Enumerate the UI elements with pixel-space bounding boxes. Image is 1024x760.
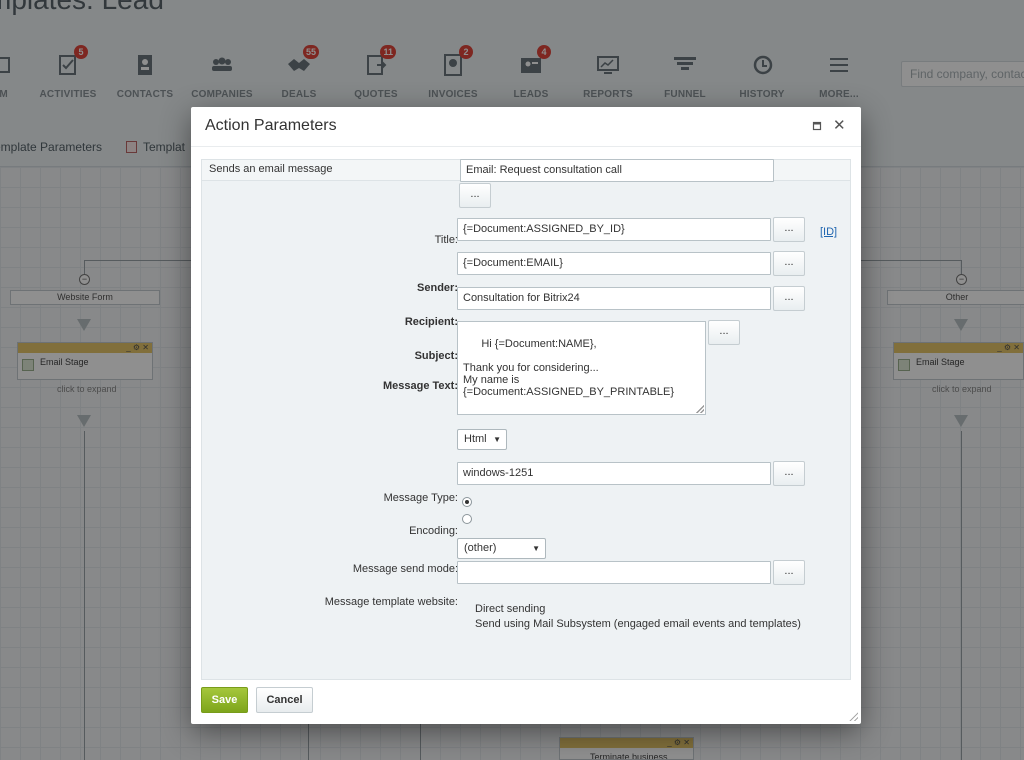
sender-input[interactable]: {=Document:ASSIGNED_BY_ID} [457, 218, 771, 241]
subject-picker-button[interactable]: ... [773, 286, 805, 311]
message-text-area[interactable]: Hi {=Document:NAME}, Thank you for consi… [457, 321, 706, 415]
direct-sending-radio[interactable] [462, 497, 472, 507]
close-icon[interactable]: ✕ [833, 118, 846, 133]
maximize-icon[interactable] [812, 121, 822, 131]
template-website-select[interactable]: (other) ▼ [457, 538, 546, 559]
dialog-title: Action Parameters [205, 117, 337, 134]
dialog-header: Action Parameters [191, 107, 861, 147]
title-label: Title: [434, 234, 458, 246]
encoding-input[interactable]: windows-1251 [457, 462, 771, 485]
title-picker-button[interactable]: ... [459, 183, 491, 208]
action-parameters-dialog: Action Parameters ✕ Sends an email messa… [191, 107, 861, 724]
dropdown-arrow-icon: ▼ [532, 544, 540, 553]
encoding-picker-button[interactable]: ... [773, 461, 805, 486]
save-button[interactable]: Save [201, 687, 248, 713]
cancel-button[interactable]: Cancel [256, 687, 313, 713]
direct-sending-label[interactable]: Direct sending [475, 603, 545, 615]
recipient-label: Recipient: [404, 316, 458, 328]
message-picker-button[interactable]: ... [708, 320, 740, 345]
message-type-select[interactable]: Html ▼ [457, 429, 507, 450]
sender-label: Sender: [417, 282, 458, 294]
sender-picker-button[interactable]: ... [773, 217, 805, 242]
template-website-input[interactable] [457, 561, 771, 584]
recipient-input[interactable]: {=Document:EMAIL} [457, 252, 771, 275]
resize-grip-icon[interactable] [696, 405, 704, 413]
dialog-resize-icon[interactable] [849, 712, 858, 721]
template-website-label: Message template website: [324, 596, 458, 608]
dropdown-arrow-icon: ▼ [493, 435, 501, 444]
encoding-label: Encoding: [409, 525, 458, 537]
message-type-label: Message Type: [383, 492, 458, 504]
dialog-body: Sends an email message Title: Email: Req… [201, 159, 851, 680]
recipient-picker-button[interactable]: ... [773, 251, 805, 276]
subject-input[interactable]: Consultation for Bitrix24 [457, 287, 771, 310]
template-website-picker-button[interactable]: ... [773, 560, 805, 585]
title-input[interactable]: Email: Request consultation call [460, 159, 774, 182]
mail-subsystem-label[interactable]: Send using Mail Subsystem (engaged email… [475, 618, 801, 630]
id-link[interactable]: [ID] [820, 226, 837, 238]
subject-label: Subject: [414, 350, 458, 362]
message-text-label: Message Text: [383, 380, 458, 392]
mail-subsystem-radio[interactable] [462, 514, 472, 524]
send-mode-label: Message send mode: [352, 563, 458, 575]
